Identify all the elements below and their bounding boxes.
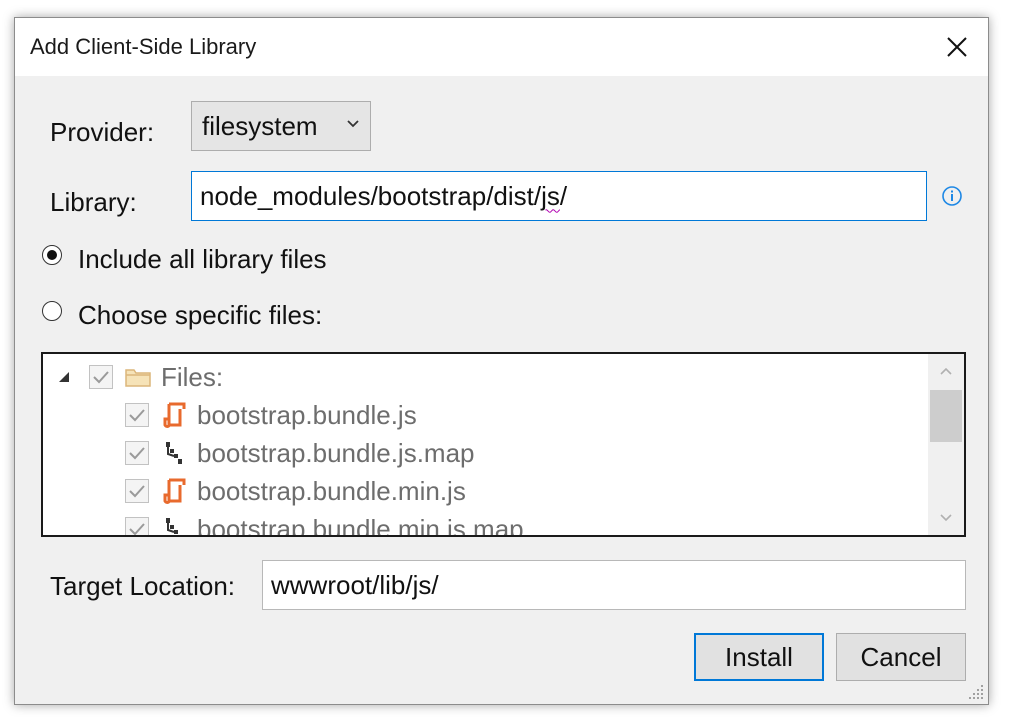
choose-specific-radio[interactable] bbox=[42, 301, 62, 321]
file-name: bootstrap.bundle.js bbox=[197, 399, 417, 430]
file-name: bootstrap.bundle.min.js.map bbox=[197, 513, 524, 537]
file-checkbox[interactable] bbox=[125, 441, 149, 465]
add-client-side-library-dialog: Add Client-Side Library Provider: filesy… bbox=[14, 17, 989, 705]
file-checkbox[interactable] bbox=[125, 403, 149, 427]
chevron-up-icon bbox=[940, 367, 952, 375]
folder-icon bbox=[125, 363, 151, 391]
choose-specific-label[interactable]: Choose specific files: bbox=[78, 300, 322, 331]
tree-file-row[interactable]: bootstrap.bundle.min.js bbox=[125, 472, 466, 510]
library-input-value: node_modules/bootstrap/dist/js/ bbox=[200, 181, 567, 212]
chevron-down-icon bbox=[940, 514, 952, 522]
tree-file-row[interactable]: bootstrap.bundle.js.map bbox=[125, 434, 475, 472]
library-value-flagged-segment: js bbox=[541, 180, 560, 211]
provider-selected-value: filesystem bbox=[202, 111, 318, 141]
checkmark-icon bbox=[93, 371, 109, 384]
map-file-icon bbox=[161, 439, 187, 467]
close-button[interactable] bbox=[938, 28, 976, 66]
target-location-input[interactable]: wwwroot/lib/js/ bbox=[262, 560, 966, 610]
chevron-down-icon bbox=[347, 120, 359, 128]
js-file-icon bbox=[161, 477, 187, 505]
tree-file-row[interactable]: bootstrap.bundle.js bbox=[125, 396, 417, 434]
file-checkbox[interactable] bbox=[125, 517, 149, 535]
tree-scrollbar[interactable] bbox=[928, 354, 964, 535]
checkmark-icon bbox=[129, 485, 145, 498]
provider-select[interactable]: filesystem bbox=[191, 101, 371, 151]
scroll-down-button[interactable] bbox=[928, 503, 964, 533]
library-value-suffix: / bbox=[559, 180, 568, 211]
js-file-icon bbox=[161, 401, 187, 429]
scroll-up-button[interactable] bbox=[928, 356, 964, 386]
cancel-button[interactable]: Cancel bbox=[836, 633, 966, 681]
library-value-prefix: node_modules/bootstrap/dist/ bbox=[200, 180, 542, 211]
file-checkbox[interactable] bbox=[125, 479, 149, 503]
checkmark-icon bbox=[129, 447, 145, 460]
files-tree[interactable]: Files: bootstrap.bundle.js bootstrap.bun… bbox=[41, 352, 966, 537]
library-label: Library: bbox=[50, 187, 137, 217]
target-location-value: wwwroot/lib/js/ bbox=[271, 569, 439, 600]
dialog-title: Add Client-Side Library bbox=[30, 34, 257, 59]
library-input[interactable]: node_modules/bootstrap/dist/js/ bbox=[191, 171, 927, 221]
file-name: bootstrap.bundle.min.js bbox=[197, 475, 466, 506]
tree-root-row[interactable]: Files: bbox=[57, 358, 223, 396]
provider-label: Provider: bbox=[50, 117, 155, 147]
map-file-icon bbox=[161, 515, 187, 535]
info-icon[interactable] bbox=[941, 185, 963, 207]
tree-root-label: Files: bbox=[161, 361, 224, 392]
install-button[interactable]: Install bbox=[694, 633, 824, 681]
checkmark-icon bbox=[129, 523, 145, 535]
target-location-label: Target Location: bbox=[50, 571, 236, 601]
collapse-triangle-icon[interactable] bbox=[57, 370, 71, 384]
file-name: bootstrap.bundle.js.map bbox=[197, 437, 475, 468]
scroll-thumb[interactable] bbox=[930, 390, 962, 442]
include-all-radio[interactable] bbox=[42, 245, 62, 265]
root-checkbox[interactable] bbox=[89, 365, 113, 389]
checkmark-icon bbox=[129, 409, 145, 422]
include-all-label[interactable]: Include all library files bbox=[78, 244, 327, 275]
resize-grip-icon[interactable] bbox=[964, 680, 986, 702]
title-bar: Add Client-Side Library bbox=[15, 18, 988, 76]
tree-file-row[interactable]: bootstrap.bundle.min.js.map bbox=[125, 510, 524, 537]
close-icon bbox=[947, 37, 967, 57]
